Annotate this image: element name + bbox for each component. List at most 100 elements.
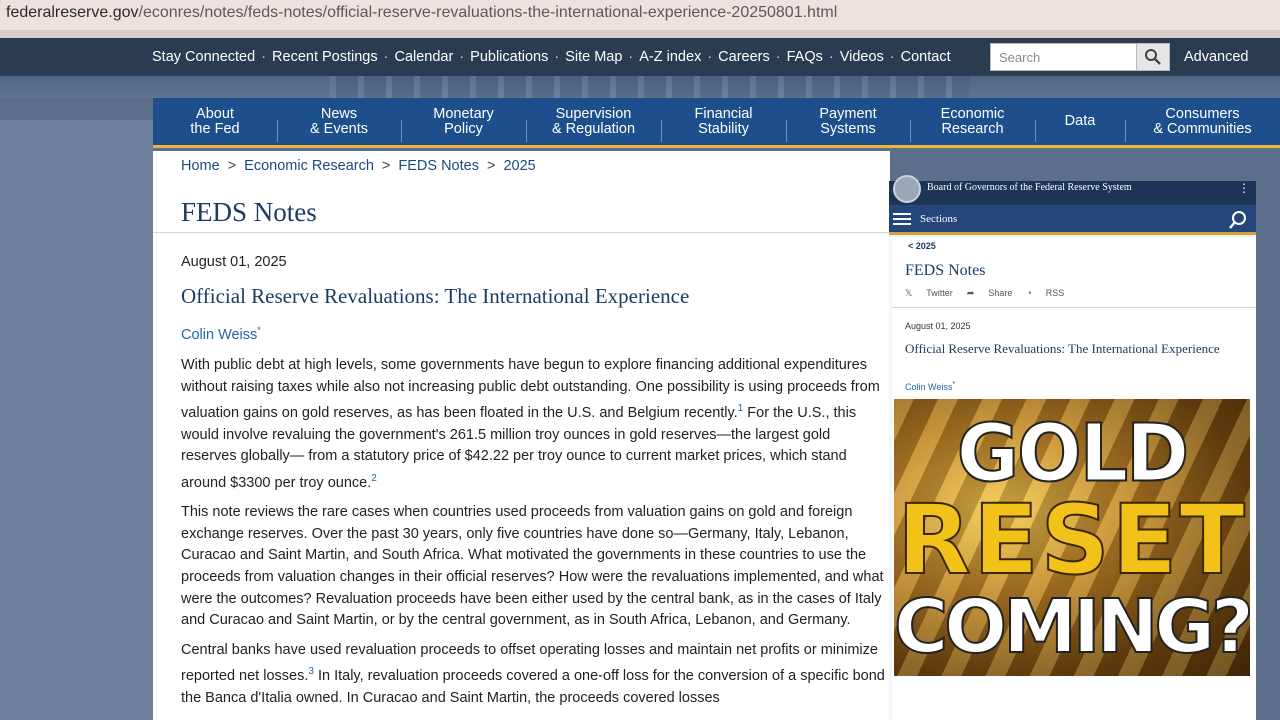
overlay-author-name: Colin Weiss xyxy=(905,382,953,392)
header-banner-building xyxy=(330,76,970,98)
page-side-background xyxy=(0,120,153,720)
breadcrumb-feds-notes[interactable]: FEDS Notes xyxy=(398,158,479,174)
search-icon xyxy=(1145,49,1161,65)
breadcrumb-separator: > xyxy=(486,158,496,174)
rss-icon: ◔ xyxy=(1026,288,1032,298)
address-bar[interactable]: federalreserve.gov/econres/notes/feds-no… xyxy=(0,0,1280,30)
nav-about-the-fed[interactable]: About the Fed xyxy=(153,98,277,145)
utility-links: Stay Connected · Recent Postings · Calenda… xyxy=(152,38,951,76)
author-footnote-mark[interactable]: * xyxy=(257,325,261,335)
kebab-menu-icon: ⋮ xyxy=(1238,181,1250,195)
breadcrumb-separator: > xyxy=(227,158,237,174)
toolbar-divider xyxy=(0,30,1280,38)
overlay-rss-label: RSS xyxy=(1045,288,1065,298)
nav-consumers-communities[interactable]: Consumers & Communities xyxy=(1125,98,1280,145)
nav-label-line1: Economic xyxy=(940,105,1005,122)
overlay-share-label: Share xyxy=(988,288,1013,298)
url-path: /econres/notes/feds-notes/official-reser… xyxy=(138,4,838,21)
breadcrumb-home[interactable]: Home xyxy=(181,158,220,174)
search-button[interactable] xyxy=(1136,43,1170,71)
overlay-social-links: 𝕏 Twitter ➦ Share ◔ RSS xyxy=(905,288,1078,299)
fed-seal-icon xyxy=(893,175,921,203)
link-a-z-index[interactable]: A-Z index xyxy=(639,49,701,65)
article-body: With public debt at high levels, some go… xyxy=(181,355,887,717)
nav-economic-research[interactable]: Economic Research xyxy=(910,98,1035,145)
overlay-twitter-label: Twitter xyxy=(926,288,953,298)
nav-label-line1: Data xyxy=(1064,113,1096,129)
nav-label-line2: Research xyxy=(941,120,1004,137)
nav-financial-stability[interactable]: Financial Stability xyxy=(661,98,786,145)
link-videos[interactable]: Videos xyxy=(840,49,884,65)
overlay-site-name: Board of Governors of the Federal Reserv… xyxy=(927,182,1132,193)
nav-data[interactable]: Data xyxy=(1035,98,1125,145)
paragraph: This note reviews the rare cases when co… xyxy=(181,504,884,629)
breadcrumb: Home > Economic Research > FEDS Notes >2025 xyxy=(181,158,536,174)
link-careers[interactable]: Careers xyxy=(718,49,770,65)
overlay-site-header: Board of Governors of the Federal Reserv… xyxy=(889,175,1256,205)
article-title: Official Reserve Revaluations: The Inter… xyxy=(181,284,690,308)
nav-label-line2: & Events xyxy=(309,120,369,137)
search-input[interactable]: Search xyxy=(990,43,1137,71)
breadcrumb-2025[interactable]: 2025 xyxy=(503,158,535,174)
article-author: Colin Weiss* xyxy=(181,325,261,343)
utility-bar: Stay Connected · Recent Postings · Calenda… xyxy=(0,38,1280,76)
overlay-author-mark: * xyxy=(952,379,956,388)
nav-label-line1: Financial xyxy=(694,105,753,122)
nav-label-line2: Policy xyxy=(444,120,483,137)
link-contact[interactable]: Contact xyxy=(901,49,951,65)
author-link[interactable]: Colin Weiss xyxy=(181,327,257,343)
separator: · xyxy=(828,49,834,65)
link-stay-connected[interactable]: Stay Connected xyxy=(152,49,255,65)
link-faqs[interactable]: FAQs xyxy=(787,49,823,65)
advanced-search-link[interactable]: Advanced xyxy=(1184,49,1249,65)
nav-label-line1: About xyxy=(196,105,234,122)
title-divider xyxy=(153,232,890,233)
graphic-headline-gold: GOLD xyxy=(956,405,1191,500)
nav-label-line2: & Communities xyxy=(1153,120,1252,137)
url-domain: federalreserve.gov xyxy=(6,4,139,21)
breadcrumb-economic-research[interactable]: Economic Research xyxy=(244,158,374,174)
nav-label-line1: Monetary xyxy=(433,105,494,122)
nav-label-line1: Supervision xyxy=(555,105,632,122)
overlay-article-title: Official Reserve Revaluations: The Inter… xyxy=(905,341,1220,356)
article-date: August 01, 2025 xyxy=(181,254,287,270)
separator: · xyxy=(459,49,465,65)
overlay-author: Colin Weiss* xyxy=(905,379,955,392)
nav-news-events[interactable]: News & Events xyxy=(277,98,401,145)
separator: · xyxy=(775,49,781,65)
overlay-divider xyxy=(892,307,1256,308)
gold-reset-graphic: GOLD RESET COMING? xyxy=(894,399,1250,676)
main-navigation: About the Fed News & Events Monetary Policy… xyxy=(153,98,1280,148)
overlay-date: August 01, 2025 xyxy=(905,321,971,331)
nav-label-line1: News xyxy=(320,105,358,122)
nav-label-line2: Stability xyxy=(698,120,749,137)
separator: · xyxy=(554,49,560,65)
footnote-link[interactable]: 2 xyxy=(371,473,377,484)
nav-monetary-policy[interactable]: Monetary Policy xyxy=(401,98,526,145)
twitter-icon: 𝕏 xyxy=(905,288,913,298)
paragraph: Central banks have used revaluation proc… xyxy=(181,640,887,710)
graphic-headline-coming: COMING? xyxy=(894,584,1250,670)
hamburger-icon xyxy=(893,213,911,225)
link-publications[interactable]: Publications xyxy=(470,49,548,65)
search-icon xyxy=(1229,211,1246,229)
nav-label-line2: the Fed xyxy=(190,120,240,137)
nav-label-line2: & Regulation xyxy=(551,120,636,137)
share-icon: ➦ xyxy=(966,288,975,298)
nav-supervision-regulation[interactable]: Supervision & Regulation xyxy=(526,98,661,145)
overlay-page-title: FEDS Notes xyxy=(905,262,986,279)
link-site-map[interactable]: Site Map xyxy=(565,49,622,65)
separator: · xyxy=(261,49,267,65)
breadcrumb-separator: > xyxy=(381,158,391,174)
separator: · xyxy=(628,49,634,65)
nav-payment-systems[interactable]: Payment Systems xyxy=(786,98,910,145)
overlay-back-link: < 2025 xyxy=(908,241,936,251)
separator: · xyxy=(889,49,895,65)
nav-label-line1: Consumers xyxy=(1165,105,1240,122)
page-title: FEDS Notes xyxy=(181,197,317,227)
link-recent-postings[interactable]: Recent Postings xyxy=(272,49,378,65)
nav-label-line1: Payment xyxy=(819,105,877,122)
separator: · xyxy=(383,49,389,65)
link-calendar[interactable]: Calendar xyxy=(394,49,453,65)
nav-label-line2: Systems xyxy=(820,120,876,137)
